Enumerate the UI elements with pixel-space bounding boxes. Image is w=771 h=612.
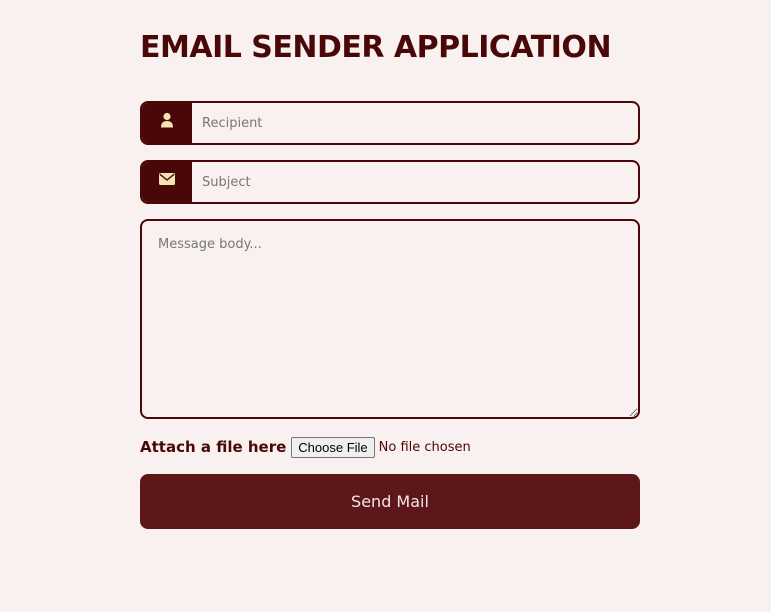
choose-file-button[interactable]: Choose File: [291, 436, 375, 458]
envelope-icon: [142, 162, 192, 202]
recipient-input[interactable]: [192, 103, 638, 143]
recipient-field-group: [140, 101, 640, 145]
email-sender-page: EMAIL SENDER APPLICATION Attach a file h…: [0, 0, 771, 612]
subject-field-group: [140, 160, 640, 204]
user-icon: [142, 103, 192, 143]
send-mail-button[interactable]: Send Mail: [140, 474, 640, 529]
message-body-textarea[interactable]: [140, 219, 640, 419]
page-title: EMAIL SENDER APPLICATION: [140, 30, 612, 65]
file-status-text: No file chosen: [378, 439, 471, 455]
attachment-row: Attach a file here Choose File No file c…: [140, 436, 471, 458]
subject-input[interactable]: [192, 162, 638, 202]
attach-file-label: Attach a file here: [140, 438, 287, 456]
